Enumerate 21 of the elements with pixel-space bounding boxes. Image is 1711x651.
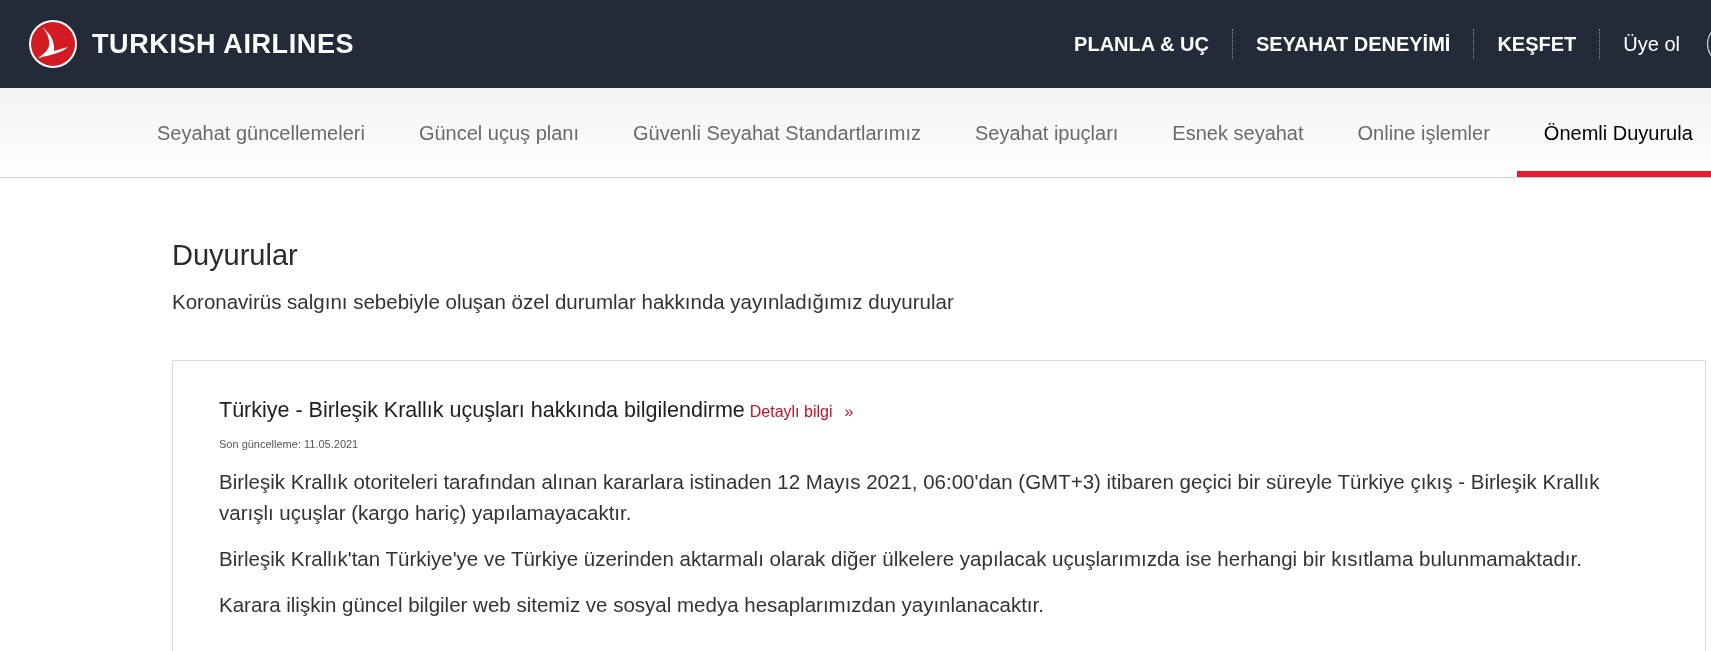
nav-tab[interactable]: Seyahat ipuçları <box>947 88 1146 177</box>
details-link[interactable]: Detaylı bilgi » <box>749 399 854 424</box>
nav-menu-link[interactable]: PLANLA & UÇ <box>1051 31 1232 57</box>
nav-tab[interactable]: Önemli Duyurula <box>1516 88 1711 177</box>
announcement-text: Karara ilişkin güncel bilgiler web sitemiz ve sosyal medya hesaplarımızdan yayınlanacaktır. <box>219 592 1045 619</box>
page-title: Duyurular <box>172 238 299 273</box>
nav-tab[interactable]: Seyahat güncellemeleri <box>130 88 392 177</box>
nav-tab[interactable]: Esnek seyahat <box>1145 88 1331 177</box>
nav-tab[interactable]: Güvenli Seyahat Standartlarımız <box>606 88 948 177</box>
signup-link[interactable]: Üye ol <box>1600 31 1703 57</box>
nav-menu-link[interactable]: KEŞFET <box>1474 31 1600 57</box>
brand-name[interactable]: TURKISH AIRLINES <box>92 23 355 65</box>
update-date: Son güncelleme: 11.05.2021 <box>219 436 360 452</box>
nav-tab[interactable]: Online işlemler <box>1330 88 1517 177</box>
nav-tab[interactable]: Güncel uçuş planı <box>391 88 606 177</box>
announcement-title: Türkiye - Birleşik Krallık uçuşları hakkında bilgilendirme <box>219 396 745 424</box>
logo-icon[interactable] <box>28 19 78 69</box>
nav-menu-link[interactable]: SEYAHAT DENEYİMİ <box>1232 31 1474 57</box>
announcement-text: Birleşik Krallık otoriteleri tarafından alınan kararlara istinaden 12 Mayıs 2021, 06:00'dan (GMT+3) itibaren geçici bir süreyle Türkiye çıkış - Birleşik Krallık varışlı uçuşlar (kargo hariç) yapılamayacaktır. <box>219 469 1601 527</box>
page-subtitle: Koronavirüs salgını sebebiyle oluşan özel durumlar hakkında yayınladığımız duyurular <box>172 288 955 315</box>
announcement-text: Birleşik Krallık'tan Türkiye'ye ve Türkiye üzerinden aktarmalı olarak diğer ülkelere yapılacak uçuşlarımızda ise herhangi bir kısıtlama bulunmamaktadır. <box>219 546 1583 573</box>
